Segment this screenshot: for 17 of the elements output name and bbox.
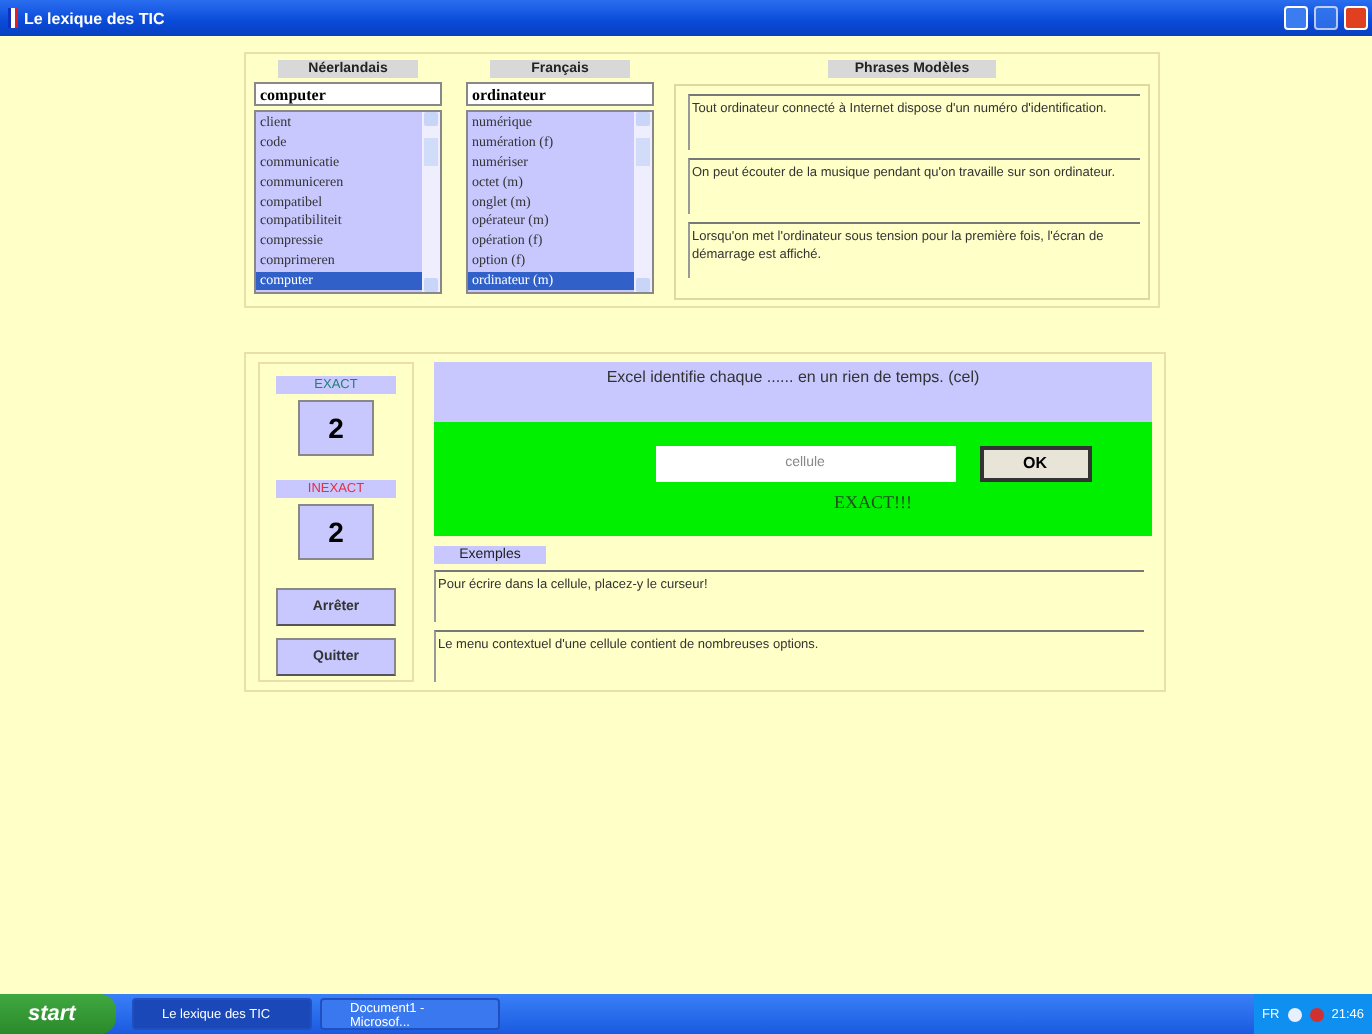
flag-icon — [8, 8, 18, 28]
question-text: Excel identifie chaque ...... en un rien de temps. (cel) — [606, 368, 980, 390]
word-field[interactable]: computer — [254, 82, 442, 106]
window-title: Le lexique des TIC — [24, 9, 165, 27]
inexact-count: 2 — [298, 504, 374, 560]
exact-count: 2 — [298, 400, 374, 456]
close-button[interactable] — [1344, 6, 1368, 30]
result-text: EXACT!!! — [832, 491, 912, 512]
scrollbar[interactable] — [634, 112, 652, 292]
scroll-thumb[interactable] — [424, 138, 438, 166]
scrollbar[interactable] — [422, 112, 440, 292]
minimize-button[interactable] — [1284, 6, 1308, 30]
ok-button[interactable]: OK — [979, 445, 1091, 482]
start-button[interactable]: start — [0, 994, 116, 1034]
scroll-thumb[interactable] — [636, 138, 650, 166]
word-field[interactable]: ordinateur — [466, 82, 654, 106]
maximize-button[interactable] — [1314, 6, 1338, 30]
